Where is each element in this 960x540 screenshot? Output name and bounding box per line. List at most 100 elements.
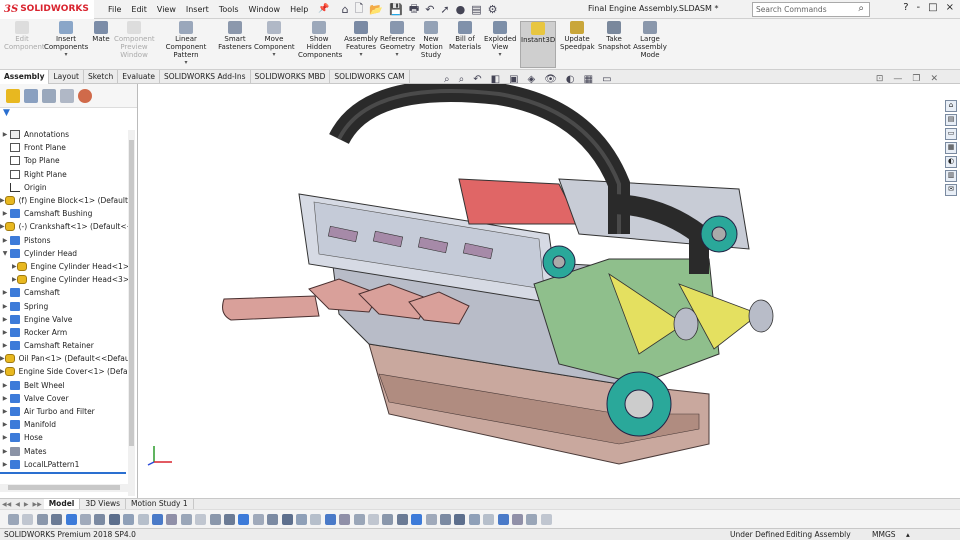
section-view-icon[interactable]: ◧ [491, 74, 500, 85]
filter-welds-icon[interactable] [224, 514, 235, 525]
rollback-bar[interactable] [0, 472, 126, 474]
tab-3d-views[interactable]: 3D Views [80, 498, 127, 510]
filter-centers-icon[interactable] [368, 514, 379, 525]
select-filter-icon[interactable] [8, 514, 19, 525]
filter-stacked-icon[interactable] [440, 514, 451, 525]
menu-view[interactable]: View [157, 5, 176, 14]
prev-tab-icon[interactable]: ◀ [15, 501, 20, 508]
assembly-features-button[interactable]: Assembly Features ▾ [344, 21, 378, 59]
filter-planes-icon[interactable] [108, 514, 120, 525]
tree-item[interactable]: ▶ Mates [0, 445, 128, 458]
filter-xy-icon[interactable] [540, 514, 552, 525]
zoom-to-area-icon[interactable]: ⌕ [459, 74, 465, 85]
filter-routes-icon[interactable] [238, 514, 250, 525]
expand-arrow-icon[interactable]: ▶ [0, 342, 10, 349]
hide-show-items-icon[interactable]: 👁 [544, 74, 557, 85]
expand-arrow-icon[interactable]: ▶ [12, 263, 17, 270]
tree-item[interactable]: ▶ Camshaft [0, 286, 128, 299]
expand-icon[interactable]: ⊡ [876, 74, 884, 84]
expand-arrow-icon[interactable]: ▶ [0, 210, 10, 217]
next-tab-icon[interactable]: ▶ [24, 501, 29, 508]
filter-views-icon[interactable] [382, 514, 394, 525]
filter-centerlines-icon[interactable] [411, 514, 423, 525]
custom-properties-icon[interactable]: ▥ [945, 170, 957, 182]
configuration-manager-tab-icon[interactable] [42, 88, 56, 103]
tab-solidworks-mbd[interactable]: SOLIDWORKS MBD [251, 70, 331, 84]
appearances-icon[interactable]: ◐ [945, 156, 957, 168]
insert-components-button[interactable]: Insert Components ▾ [44, 21, 88, 59]
tree-item[interactable]: ▶ Annotations [0, 128, 128, 141]
minimize-viewport-icon[interactable]: — [893, 74, 902, 84]
zoom-to-fit-icon[interactable]: ⌕ [444, 74, 450, 85]
file-properties-icon[interactable]: ▤ [471, 3, 481, 16]
tree-item[interactable]: ▶ Hose [0, 431, 128, 444]
expand-arrow-icon[interactable]: ▶ [0, 289, 10, 296]
first-tab-icon[interactable]: ◀◀ [2, 501, 11, 508]
large-assembly-mode-button[interactable]: Large Assembly Mode [632, 21, 668, 59]
scroll-thumb[interactable] [129, 140, 134, 446]
filter-text-icon[interactable] [425, 514, 437, 525]
file-explorer-icon[interactable]: ▭ [945, 128, 957, 140]
filter-sketch-icon[interactable] [137, 514, 149, 525]
filter-regions-icon[interactable] [512, 514, 523, 525]
dropdown-arrow-icon[interactable]: ▾ [380, 51, 414, 59]
reference-geometry-button[interactable]: Reference Geometry ▾ [380, 21, 415, 59]
expand-arrow-icon[interactable]: ▶ [0, 237, 10, 244]
dropdown-arrow-icon[interactable]: ▾ [344, 51, 378, 59]
tree-item[interactable]: ▶ Camshaft Retainer [0, 339, 128, 352]
filter-hatch-icon[interactable] [396, 514, 408, 525]
tree-item[interactable]: ▶ Valve Cover [0, 392, 128, 405]
filter-icon[interactable]: ▼ [0, 108, 137, 120]
filter-axes-icon[interactable] [123, 514, 135, 525]
mate-button[interactable]: Mate [90, 21, 112, 43]
tab-solidworks-cam[interactable]: SOLIDWORKS CAM [330, 70, 410, 84]
unit-system[interactable]: MMGS [872, 529, 896, 540]
menu-edit[interactable]: Edit [131, 5, 147, 14]
engine-model[interactable] [139, 80, 945, 498]
tree-item[interactable]: ▶ Spring [0, 299, 128, 312]
tree-item[interactable]: ▶ Engine Valve [0, 313, 128, 326]
move-component-button[interactable]: Move Component ▾ [254, 21, 295, 59]
filter-blocks-icon[interactable] [339, 514, 351, 525]
expand-arrow-icon[interactable]: ▶ [0, 408, 10, 415]
expand-arrow-icon[interactable]: ▶ [0, 382, 10, 389]
display-manager-tab-icon[interactable] [78, 88, 92, 103]
dropdown-arrow-icon[interactable]: ▾ [156, 59, 216, 67]
expand-arrow-icon[interactable]: ▶ [0, 448, 10, 455]
tree-item[interactable]: Right Plane [0, 168, 128, 181]
tab-sketch[interactable]: Sketch [84, 70, 119, 84]
tree-item[interactable]: ▼ Cylinder Head [0, 247, 128, 260]
filter-edges-icon[interactable] [80, 514, 91, 525]
tab-assembly[interactable]: Assembly [0, 70, 50, 84]
update-speedpak-button[interactable]: Update Speedpak [560, 21, 595, 51]
tree-item[interactable]: ▶ (f) Engine Block<1> (Default<< [0, 194, 128, 207]
scroll-thumb[interactable] [8, 485, 120, 490]
options-gear-icon[interactable]: ⚙ [488, 3, 498, 16]
select-component-icon[interactable] [51, 514, 63, 525]
expand-arrow-icon[interactable]: ▶ [0, 461, 10, 468]
filter-datum-targets-icon[interactable] [324, 514, 336, 525]
linear-component-pattern-button[interactable]: Linear Component Pattern ▾ [156, 21, 216, 67]
filter-points-icon[interactable] [195, 514, 207, 525]
tree-item[interactable]: ▶ LocalLPattern1 [0, 458, 128, 471]
tree-item[interactable]: ▶ Oil Pan<1> (Default<<Default [0, 352, 128, 365]
feature-manager-tab-icon[interactable] [6, 88, 20, 103]
new-motion-study-button[interactable]: New Motion Study [418, 21, 444, 59]
edit-component-button[interactable]: Edit Component [4, 21, 45, 51]
smart-fasteners-button[interactable]: Smart Fasteners [218, 21, 252, 51]
open-icon[interactable]: 📂 [369, 3, 383, 16]
search-commands-input[interactable]: Search Commands ⌕ [752, 2, 870, 17]
collapse-arrow-icon[interactable]: ▼ [0, 250, 10, 257]
component-preview-window-button[interactable]: Component Preview Window [114, 21, 155, 59]
tree-item[interactable]: ▶ Belt Wheel [0, 379, 128, 392]
filter-curves-icon[interactable] [526, 514, 538, 525]
show-hidden-components-button[interactable]: Show Hidden Components [298, 21, 342, 59]
edit-appearance-icon[interactable]: ◐ [566, 74, 575, 85]
filter-silhouette-icon[interactable] [497, 514, 509, 525]
bill-of-materials-button[interactable]: Bill of Materials [448, 21, 482, 51]
dropdown-arrow-icon[interactable]: ▾ [44, 51, 88, 59]
filter-gtol-icon[interactable] [310, 514, 322, 525]
clear-filters-icon[interactable] [22, 514, 34, 525]
dimxpert-manager-tab-icon[interactable] [60, 88, 74, 103]
expand-arrow-icon[interactable]: ▶ [0, 131, 10, 138]
